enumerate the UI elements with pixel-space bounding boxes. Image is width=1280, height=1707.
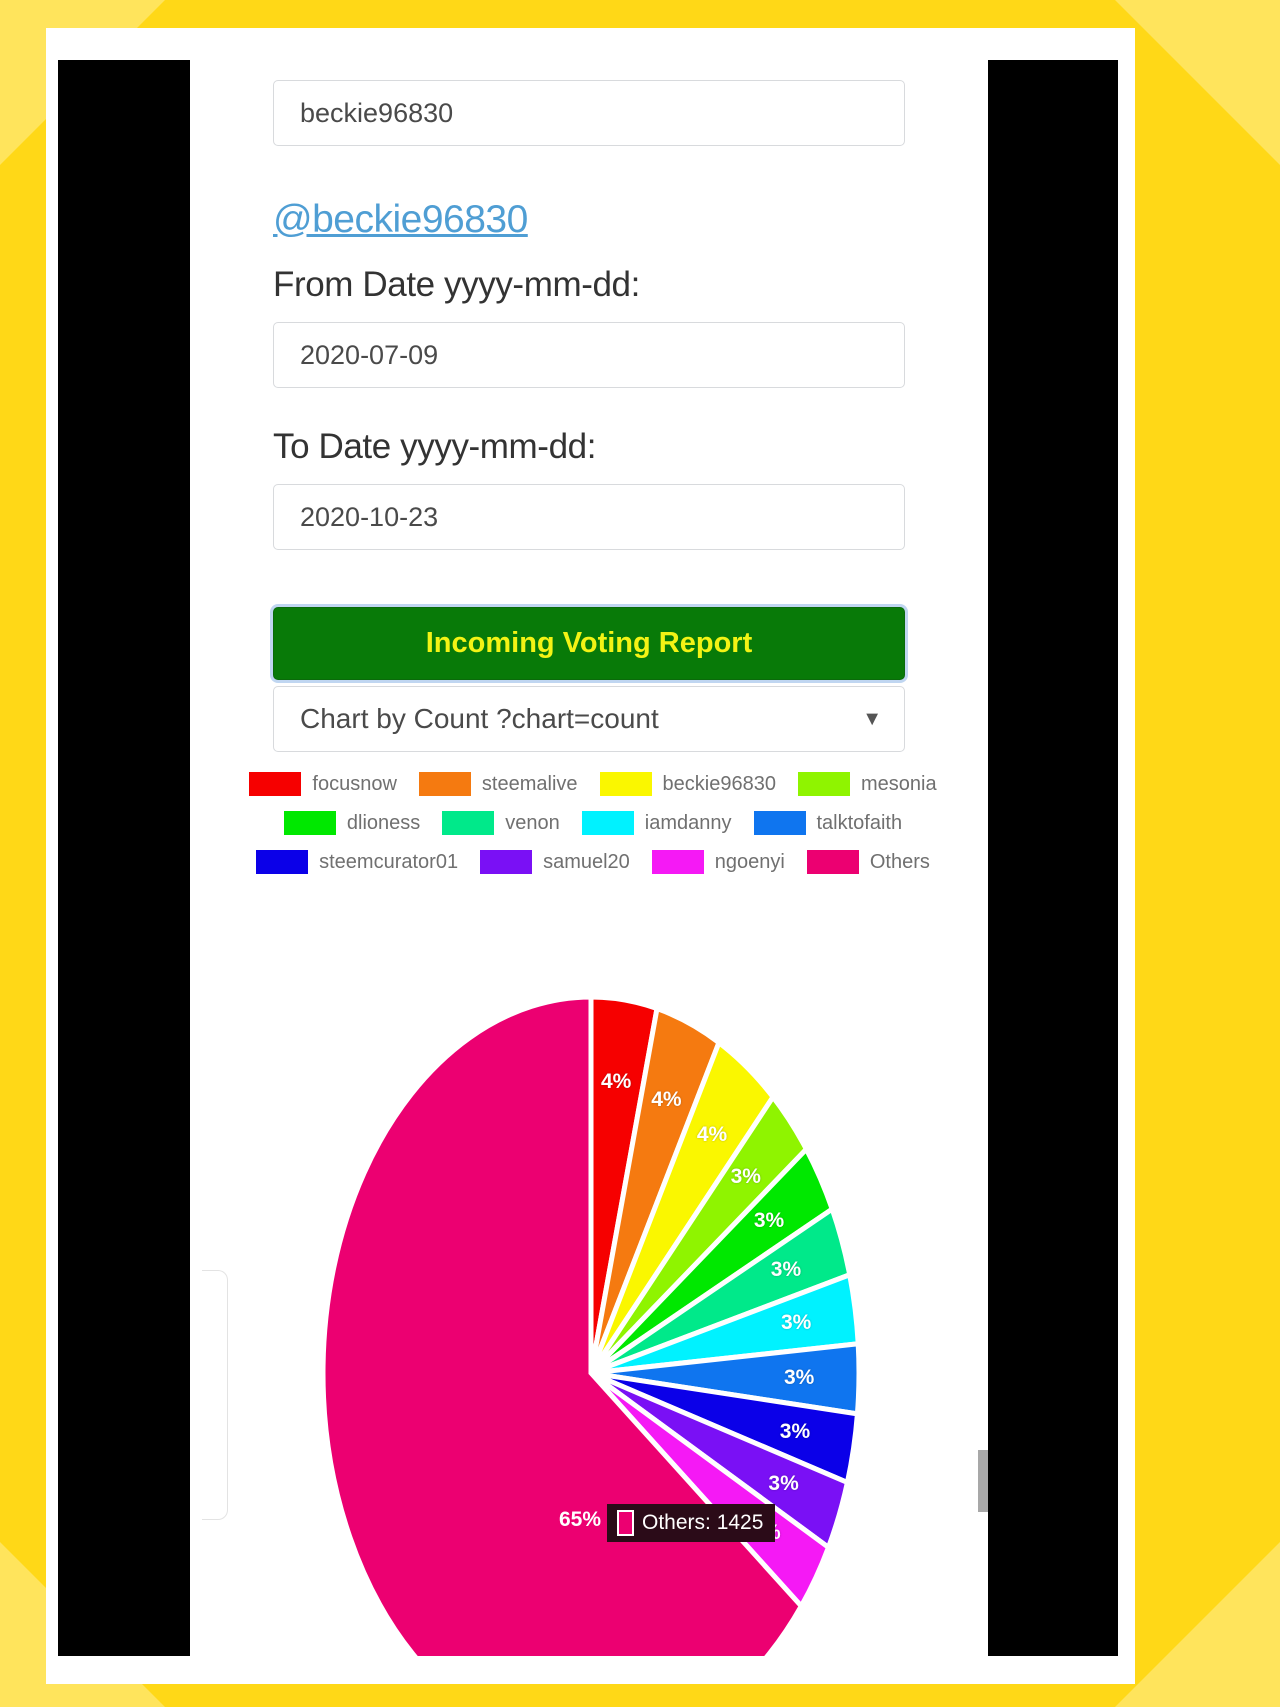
legend-label: steemcurator01 bbox=[319, 850, 459, 873]
legend-label: beckie96830 bbox=[662, 772, 776, 795]
frame-bevel-bottom-right bbox=[1115, 1542, 1280, 1707]
legend-label: samuel20 bbox=[543, 850, 630, 873]
legend-item-venon[interactable]: venon bbox=[442, 811, 560, 835]
legend-label: talktofaith bbox=[816, 811, 903, 834]
chevron-down-icon: ▼ bbox=[862, 708, 882, 730]
legend-row: dlioness venon iamdanny talktofaith bbox=[223, 811, 963, 835]
pie-chart: 4%4%4%3%3%3%3%3%3%3%3% 65% Others: 1425 bbox=[320, 900, 988, 1656]
legend-item-talktofaith[interactable]: talktofaith bbox=[753, 811, 903, 835]
legend-item-others[interactable]: Others bbox=[806, 850, 930, 874]
to-date-input[interactable]: 2020-10-23 bbox=[273, 484, 905, 550]
side-card-edge bbox=[202, 1270, 228, 1520]
legend-swatch-icon bbox=[599, 772, 652, 796]
chart-tooltip: Others: 1425 bbox=[607, 1504, 776, 1542]
tooltip-label: Others: 1425 bbox=[642, 1511, 764, 1534]
legend-label: venon bbox=[505, 811, 560, 834]
legend-swatch-icon bbox=[256, 850, 309, 874]
legend-item-mesonia[interactable]: mesonia bbox=[797, 772, 937, 796]
incoming-voting-report-button[interactable]: Incoming Voting Report bbox=[273, 607, 905, 680]
legend-item-samuel20[interactable]: samuel20 bbox=[480, 850, 630, 874]
legend-swatch-icon bbox=[480, 850, 533, 874]
pie-chart-svg[interactable] bbox=[320, 900, 988, 1656]
legend-row: focusnow steemalive beckie96830 mesonia bbox=[223, 772, 963, 796]
from-date-input[interactable]: 2020-07-09 bbox=[273, 322, 905, 388]
legend-item-ngoenyi[interactable]: ngoenyi bbox=[651, 850, 785, 874]
legend-item-iamdanny[interactable]: iamdanny bbox=[581, 811, 732, 835]
screenshot-root: beckie96830 @beckie96830 From Date yyyy-… bbox=[0, 0, 1280, 1707]
letterbox-right bbox=[988, 60, 1118, 1656]
legend-swatch-icon bbox=[249, 772, 302, 796]
chart-type-select[interactable]: Chart by Count ?chart=count ▼ bbox=[273, 686, 905, 752]
legend-item-beckie96830[interactable]: beckie96830 bbox=[599, 772, 776, 796]
page-viewport: beckie96830 @beckie96830 From Date yyyy-… bbox=[190, 60, 988, 1656]
letterbox-left bbox=[58, 60, 190, 1656]
legend-label: dlioness bbox=[346, 811, 421, 834]
others-percent-label: 65% bbox=[559, 1508, 602, 1531]
legend-row: steemcurator01 samuel20 ngoenyi Others bbox=[223, 850, 963, 874]
username-input[interactable]: beckie96830 bbox=[273, 80, 905, 146]
to-date-label: To Date yyyy-mm-dd: bbox=[273, 427, 597, 466]
legend-label: steemalive bbox=[481, 772, 578, 795]
chart-legend: focusnow steemalive beckie96830 mesonia dlio… bbox=[223, 772, 963, 889]
legend-item-steemcurator01[interactable]: steemcurator01 bbox=[256, 850, 458, 874]
legend-swatch-icon bbox=[283, 811, 336, 835]
legend-item-steemalive[interactable]: steemalive bbox=[418, 772, 578, 796]
legend-label: mesonia bbox=[860, 772, 937, 795]
legend-label: focusnow bbox=[312, 772, 397, 795]
legend-label: ngoenyi bbox=[714, 850, 785, 873]
legend-swatch-icon bbox=[581, 811, 634, 835]
legend-label: iamdanny bbox=[644, 811, 732, 834]
legend-swatch-icon bbox=[753, 811, 806, 835]
chart-type-select-value: Chart by Count ?chart=count bbox=[300, 703, 659, 734]
legend-label: Others bbox=[869, 850, 930, 873]
legend-swatch-icon bbox=[806, 850, 859, 874]
legend-item-dlioness[interactable]: dlioness bbox=[283, 811, 421, 835]
legend-item-focusnow[interactable]: focusnow bbox=[249, 772, 397, 796]
from-date-label: From Date yyyy-mm-dd: bbox=[273, 265, 640, 304]
tooltip-swatch-icon bbox=[617, 1510, 634, 1536]
scroll-to-top-button[interactable]: TOP bbox=[978, 1450, 988, 1512]
account-handle-link[interactable]: @beckie96830 bbox=[273, 198, 528, 242]
legend-swatch-icon bbox=[651, 850, 704, 874]
legend-swatch-icon bbox=[797, 772, 850, 796]
legend-swatch-icon bbox=[442, 811, 495, 835]
legend-swatch-icon bbox=[418, 772, 471, 796]
frame-bevel-top-right bbox=[1115, 0, 1280, 165]
